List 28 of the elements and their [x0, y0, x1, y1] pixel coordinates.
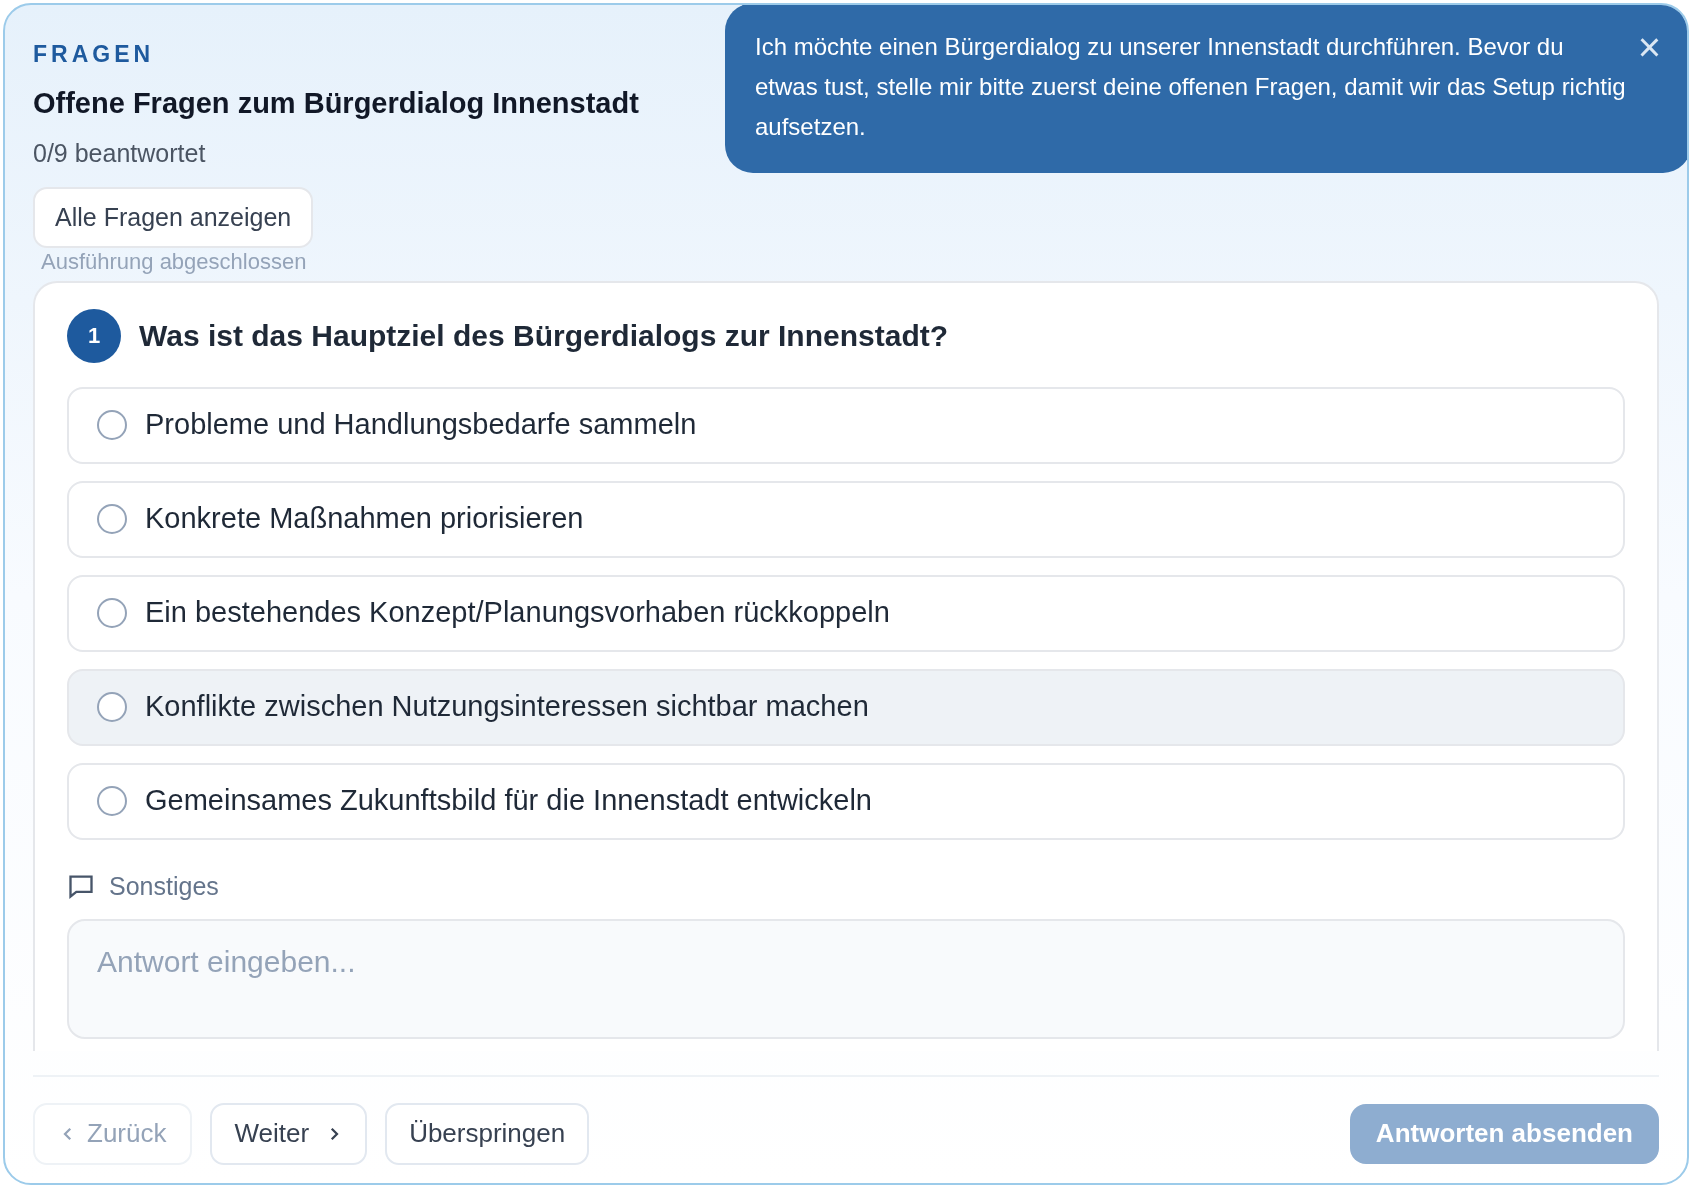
question-number: 1	[67, 308, 121, 363]
radio-button[interactable]	[97, 410, 127, 440]
close-button[interactable]: ×	[1627, 27, 1671, 67]
status-text: Ausführung abgeschlossen	[41, 247, 307, 276]
answer-option[interactable]: Konflikte zwischen Nutzungsinteressen sichtbar machen	[67, 668, 1625, 746]
radio-button[interactable]	[97, 598, 127, 628]
radio-button[interactable]	[97, 692, 127, 722]
option-label: Ein bestehendes Konzept/Planungsvorhaben rückkoppeln	[145, 595, 890, 631]
next-button[interactable]: Weiter	[210, 1102, 368, 1165]
answer-option[interactable]: Ein bestehendes Konzept/Planungsvorhaben rückkoppeln	[67, 574, 1625, 652]
progress-text: 0/9 beantwortet	[33, 138, 206, 169]
option-label: Probleme und Handlungsbedarfe sammeln	[145, 407, 697, 443]
answer-option[interactable]: Probleme und Handlungsbedarfe sammeln	[67, 386, 1625, 464]
section-label: FRAGEN	[33, 40, 155, 69]
option-label: Konkrete Maßnahmen priorisieren	[145, 501, 584, 537]
show-all-button[interactable]: Alle Fragen anzeigen	[33, 186, 314, 248]
answer-option[interactable]: Gemeinsames Zukunftsbild für die Innenstadt entwickeln	[67, 762, 1625, 840]
message-text: Ich möchte einen Bürgerdialog zu unserer Innenstadt durchführen. Bevor du etwas tust, stelle mir bitte zuerst deine offenen Fragen, damit wir das Setup richtig aufsetzen.	[755, 32, 1627, 142]
skip-button[interactable]: Überspringen	[385, 1102, 590, 1165]
panel-title: Offene Fragen zum Bürgerdialog Innenstadt	[33, 85, 639, 121]
field-label: Sonstiges	[109, 870, 219, 902]
radio-button[interactable]	[97, 504, 127, 534]
option-label: Gemeinsames Zukunftsbild für die Innenstadt entwickeln	[145, 783, 872, 819]
answer-option[interactable]: Konkrete Maßnahmen priorisieren	[67, 480, 1625, 558]
option-label: Konflikte zwischen Nutzungsinteressen sichtbar machen	[145, 689, 869, 725]
question-text: Was ist das Hauptziel des Bürgerdialogs zur Innenstadt?	[139, 318, 949, 354]
radio-button[interactable]	[97, 786, 127, 816]
answer-field[interactable]: Antwort eingeben...	[67, 919, 1625, 1039]
